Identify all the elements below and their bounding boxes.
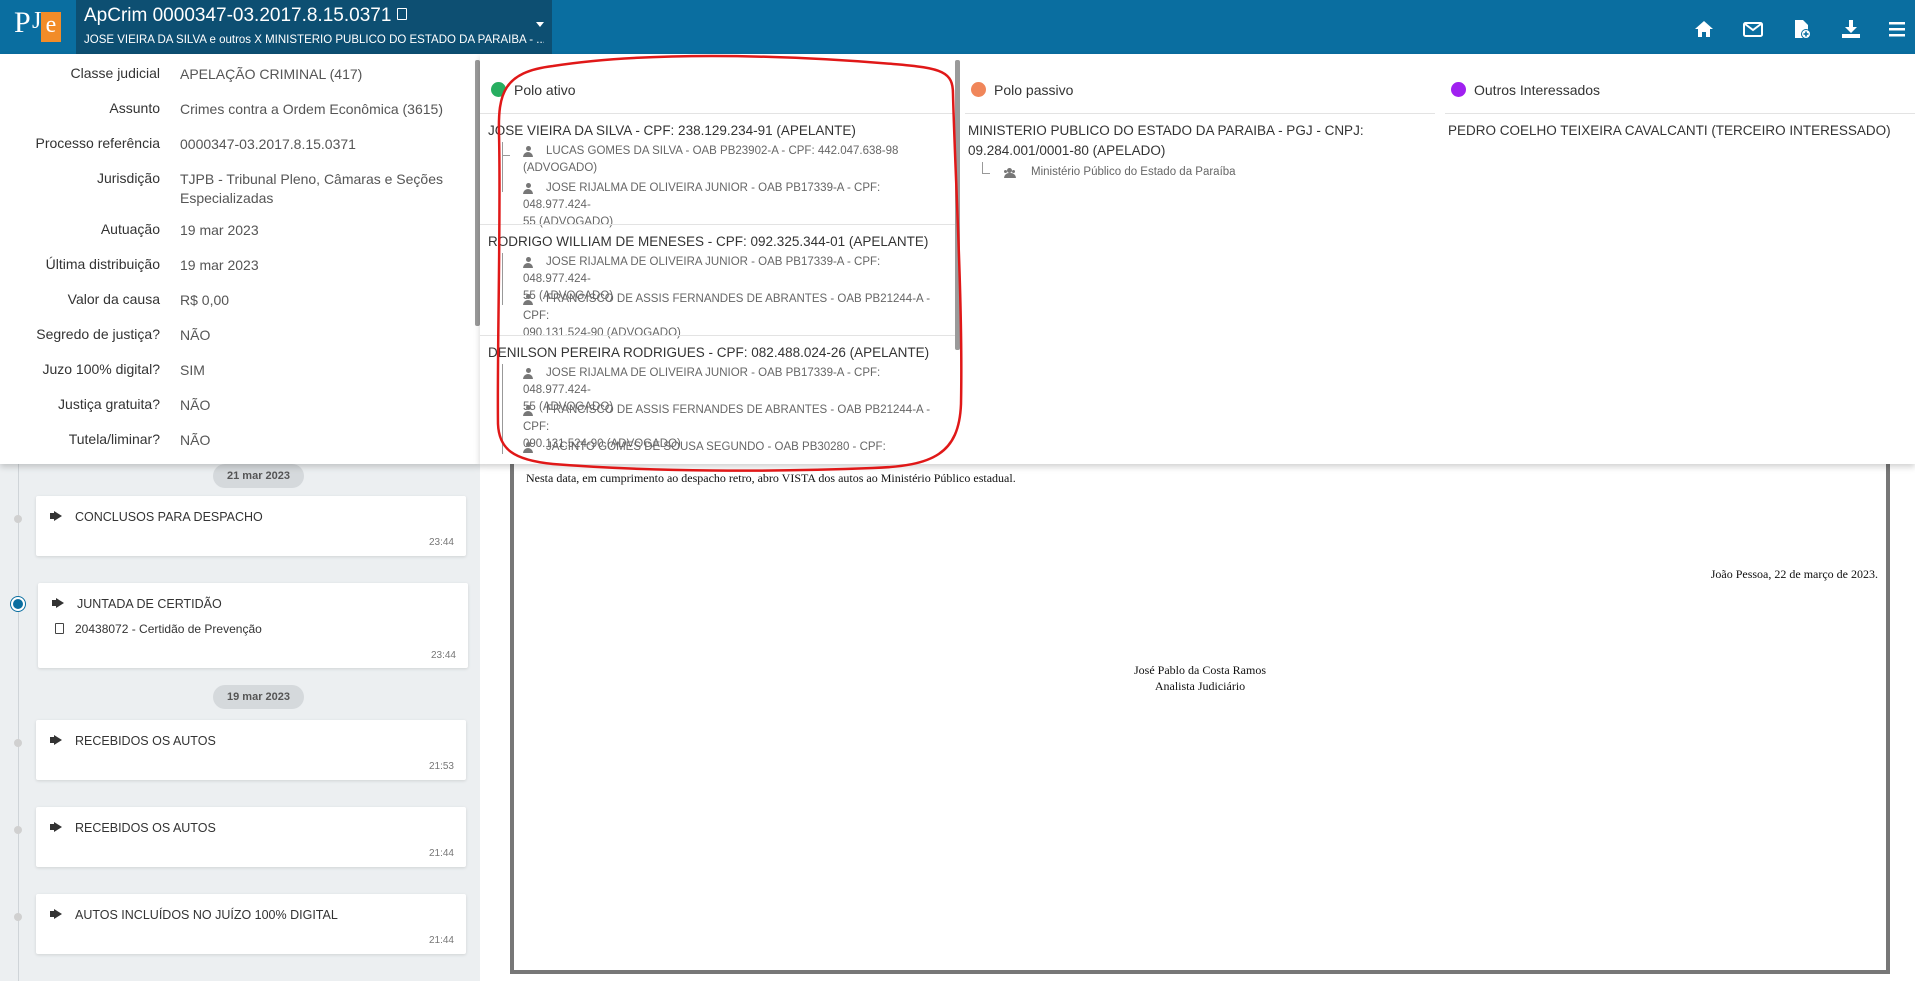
logo-letter-p: P: [14, 6, 31, 39]
party-name[interactable]: PEDRO COELHO TEIXEIRA CAVALCANTI (TERCEI…: [1448, 121, 1891, 141]
timeline-dot: [14, 739, 22, 747]
outros-header: Outros Interessados: [1451, 81, 1601, 99]
tree-connector: [982, 162, 990, 174]
date-pill: 19 mar 2023: [213, 685, 304, 709]
info-label: Valor da causa: [67, 291, 160, 307]
document-add-icon[interactable]: [1791, 18, 1813, 40]
process-number: ApCrim 0000347-03.2017.8.15.0371: [84, 5, 392, 26]
info-value: NÃO: [180, 397, 211, 413]
polo-passivo-label: Polo passivo: [994, 82, 1074, 98]
process-selector[interactable]: ApCrim 0000347-03.2017.8.15.0371 JOSE VI…: [76, 0, 552, 54]
timeline-card[interactable]: AUTOS INCLUÍDOS NO JUÍZO 100% DIGITAL 21…: [36, 894, 466, 954]
logo-letter-j: J: [32, 8, 42, 34]
divider: [1445, 113, 1915, 114]
timeline-card[interactable]: RECEBIDOS OS AUTOS 21:44: [36, 807, 466, 867]
info-label: Última distribuição: [45, 256, 160, 272]
document-viewer[interactable]: Nesta data, em cumprimento ao despacho r…: [510, 456, 1890, 974]
process-subtitle: JOSE VIEIRA DA SILVA e outros X MINISTER…: [84, 34, 544, 46]
party-name-line-1: MINISTERIO PUBLICO DO ESTADO DA PARAIBA …: [968, 123, 1364, 138]
red-annotation-circle: [496, 54, 963, 472]
info-label: Segredo de justiça?: [36, 326, 160, 342]
event-document-link[interactable]: 20438072 - Certidão de Prevenção: [75, 622, 262, 636]
event-time: 23:44: [430, 650, 456, 661]
event-title: CONCLUSOS PARA DESPACHO: [75, 510, 263, 524]
process-info-panel: Classe judicial APELAÇÃO CRIMINAL (417) …: [0, 54, 480, 464]
menu-icon[interactable]: [1886, 18, 1908, 40]
event-title: JUNTADA DE CERTIDÃO: [77, 597, 222, 611]
info-label: Assunto: [109, 100, 160, 116]
group-icon: [1003, 168, 1017, 178]
logo-letter-e: e: [41, 12, 61, 42]
copy-icon[interactable]: [397, 7, 408, 20]
megaphone-icon: [50, 511, 64, 522]
megaphone-icon: [50, 909, 64, 920]
info-label: Jurisdição: [96, 170, 160, 186]
megaphone-icon: [52, 598, 66, 609]
pje-logo[interactable]: P J e: [10, 6, 62, 46]
party-name-line-2: 09.284.001/0001-80 (APELADO): [968, 143, 1166, 158]
info-label: Justiça gratuita?: [58, 396, 160, 412]
info-label: Tutela/liminar?: [68, 431, 160, 447]
info-value: APELAÇÃO CRIMINAL (417): [180, 66, 363, 82]
info-label: Autuação: [100, 221, 160, 237]
outros-label: Outros Interessados: [1474, 82, 1601, 98]
document-signer-name: José Pablo da Costa Ramos: [1134, 663, 1266, 677]
status-dot-orange: [971, 81, 986, 97]
event-title: RECEBIDOS OS AUTOS: [75, 821, 216, 835]
timeline-card[interactable]: RECEBIDOS OS AUTOS 21:53: [36, 720, 466, 780]
event-time: 21:44: [428, 848, 454, 859]
process-title: ApCrim 0000347-03.2017.8.15.0371: [84, 5, 408, 27]
info-value: 19 mar 2023: [180, 222, 259, 238]
event-title: AUTOS INCLUÍDOS NO JUÍZO 100% DIGITAL: [75, 908, 338, 922]
info-label: Juzo 100% digital?: [42, 361, 160, 377]
timeline-dot: [14, 913, 22, 921]
timeline-dot-active[interactable]: [11, 597, 25, 611]
info-value: Crimes contra a Ordem Econômica (3615): [180, 101, 443, 117]
mail-icon[interactable]: [1742, 18, 1764, 40]
home-icon[interactable]: [1693, 18, 1715, 40]
timeline-card[interactable]: JUNTADA DE CERTIDÃO 20438072 - Certidão …: [38, 583, 468, 668]
info-value: TJPB - Tribunal Pleno, Câmaras e Seções …: [180, 171, 444, 206]
document-icon: [55, 623, 64, 634]
representative-entry[interactable]: Ministério Público do Estado da Paraíba: [1031, 164, 1236, 181]
megaphone-icon: [50, 735, 64, 746]
info-value: 19 mar 2023: [180, 257, 259, 273]
polo-passivo-header: Polo passivo: [971, 81, 1074, 99]
info-value: NÃO: [180, 327, 211, 343]
download-icon[interactable]: [1840, 18, 1862, 40]
timeline-line: [18, 464, 19, 981]
party-name[interactable]: MINISTERIO PUBLICO DO ESTADO DA PARAIBA …: [968, 121, 1428, 161]
info-value: 0000347-03.2017.8.15.0371: [180, 136, 356, 152]
document-place-date: João Pessoa, 22 de março de 2023.: [1710, 567, 1878, 581]
info-label: Classe judicial: [70, 65, 160, 81]
timeline-dot: [14, 515, 22, 523]
info-label: Processo referência: [35, 135, 160, 151]
caret-down-icon[interactable]: [536, 22, 544, 27]
document-signer-role: Analista Judiciário: [1154, 679, 1246, 693]
top-bar: P J e ApCrim 0000347-03.2017.8.15.0371 J…: [0, 0, 1915, 54]
timeline: 21 mar 2023 CONCLUSOS PARA DESPACHO 23:4…: [0, 464, 480, 981]
document-body-line: Nesta data, em cumprimento ao despacho r…: [526, 471, 1016, 485]
status-dot-purple: [1451, 81, 1466, 97]
event-time: 21:44: [428, 935, 454, 946]
megaphone-icon: [50, 822, 64, 833]
divider: [965, 113, 1435, 114]
info-value: R$ 0,00: [180, 292, 230, 308]
event-time: 21:53: [428, 761, 454, 772]
info-value: NÃO: [180, 432, 211, 448]
info-value: SIM: [180, 362, 205, 378]
timeline-card[interactable]: CONCLUSOS PARA DESPACHO 23:44: [36, 496, 466, 556]
timeline-dot: [14, 826, 22, 834]
event-title: RECEBIDOS OS AUTOS: [75, 734, 216, 748]
event-time: 23:44: [428, 537, 454, 548]
date-pill: 21 mar 2023: [213, 464, 304, 488]
